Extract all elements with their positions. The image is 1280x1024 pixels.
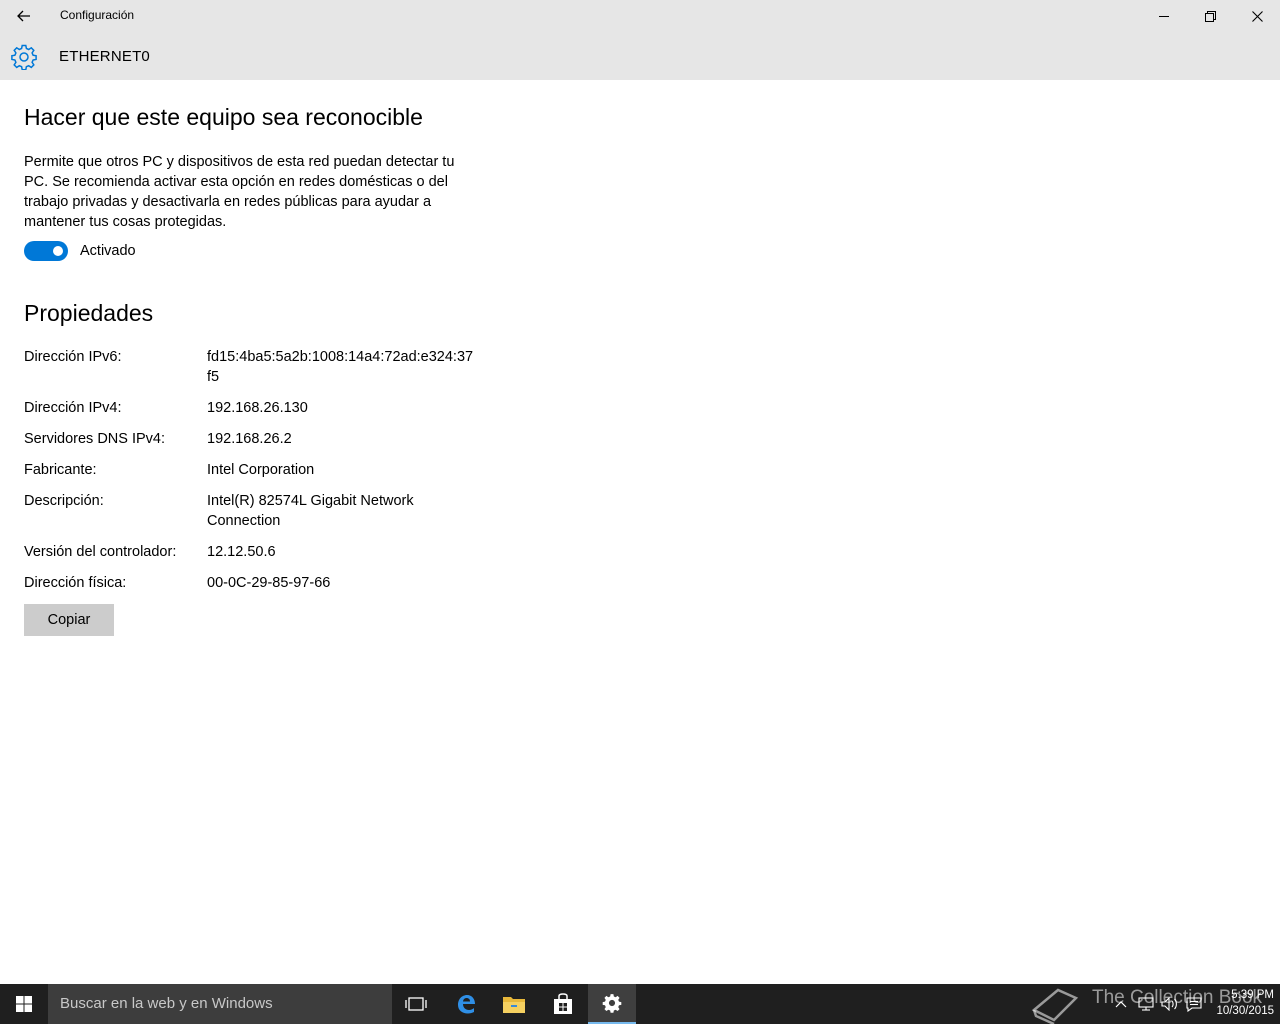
book-icon (1031, 988, 1079, 1024)
minimize-icon (1159, 16, 1169, 17)
back-arrow-icon (17, 10, 30, 22)
minimize-button[interactable] (1141, 0, 1187, 32)
task-view-icon (405, 997, 427, 1011)
taskbar: Buscar en la web y en Windows The Collec… (0, 984, 1280, 1024)
ipv6-label: Dirección IPv6: (24, 349, 122, 365)
ipv6-value: fd15:4ba5:5a2b:1008:14a4:72ad:e324:37f5 (207, 349, 474, 385)
restore-button[interactable] (1187, 0, 1233, 32)
manufacturer-value: Intel Corporation (207, 462, 315, 478)
action-center-button[interactable] (1182, 984, 1206, 1024)
discoverable-heading: Hacer que este equipo sea reconocible (24, 104, 423, 130)
close-button[interactable] (1234, 0, 1280, 32)
settings-icon (602, 994, 622, 1013)
clock-date: 10/30/2015 (1216, 1005, 1274, 1017)
windows-start-icon (16, 996, 32, 1012)
restore-icon (1204, 10, 1216, 22)
edge-icon (458, 995, 475, 1014)
back-button[interactable] (8, 0, 40, 32)
file-explorer-button[interactable] (490, 984, 538, 1024)
show-hidden-icons-button[interactable] (1110, 984, 1132, 1024)
search-box[interactable]: Buscar en la web y en Windows (48, 984, 392, 1024)
discoverable-toggle-row: Activado (24, 241, 136, 261)
clock-time: 5:39 PM (1231, 989, 1274, 1001)
description-label: Descripción: (24, 493, 104, 509)
file-explorer-icon (503, 997, 525, 1013)
start-button[interactable] (0, 984, 48, 1024)
dns-label: Servidores DNS IPv4: (24, 431, 166, 447)
page-header: ETHERNET0 (0, 32, 1280, 80)
chevron-up-icon (1115, 1001, 1127, 1008)
properties-heading: Propiedades (24, 300, 154, 326)
driver-version-label: Versión del controlador: (24, 544, 177, 560)
window-title: Configuración (60, 8, 135, 22)
copy-button[interactable]: Copiar (24, 604, 114, 636)
discoverable-toggle[interactable] (24, 241, 68, 261)
toggle-state-label: Activado (80, 243, 136, 259)
close-icon (1251, 10, 1263, 22)
mac-address-label: Dirección física: (24, 575, 127, 591)
gear-icon (11, 44, 37, 70)
manufacturer-label: Fabricante: (24, 462, 97, 478)
ipv4-label: Dirección IPv4: (24, 400, 122, 416)
network-icon (1138, 997, 1154, 1011)
toggle-knob (53, 246, 63, 256)
settings-button[interactable] (588, 984, 636, 1024)
clock[interactable]: 5:39 PM 10/30/2015 (1204, 987, 1274, 1019)
discoverable-description: Permite que otros PC y dispositivos de e… (24, 154, 455, 230)
action-center-icon (1186, 996, 1202, 1012)
mac-address-value: 00-0C-29-85-97-66 (207, 575, 331, 591)
task-view-button[interactable] (392, 984, 440, 1024)
ipv4-value: 192.168.26.130 (207, 400, 308, 416)
store-button[interactable] (539, 984, 587, 1024)
store-icon (554, 993, 572, 1014)
network-tray-button[interactable] (1134, 984, 1158, 1024)
dns-value: 192.168.26.2 (207, 431, 292, 447)
driver-version-value: 12.12.50.6 (207, 544, 276, 560)
description-value: Intel(R) 82574L Gigabit Network Connecti… (207, 493, 414, 529)
edge-button[interactable] (442, 984, 490, 1024)
page-title: ETHERNET0 (59, 48, 150, 65)
search-placeholder: Buscar en la web y en Windows (60, 995, 273, 1012)
title-bar: Configuración (0, 0, 1280, 32)
volume-icon (1161, 997, 1177, 1011)
volume-tray-button[interactable] (1158, 984, 1182, 1024)
